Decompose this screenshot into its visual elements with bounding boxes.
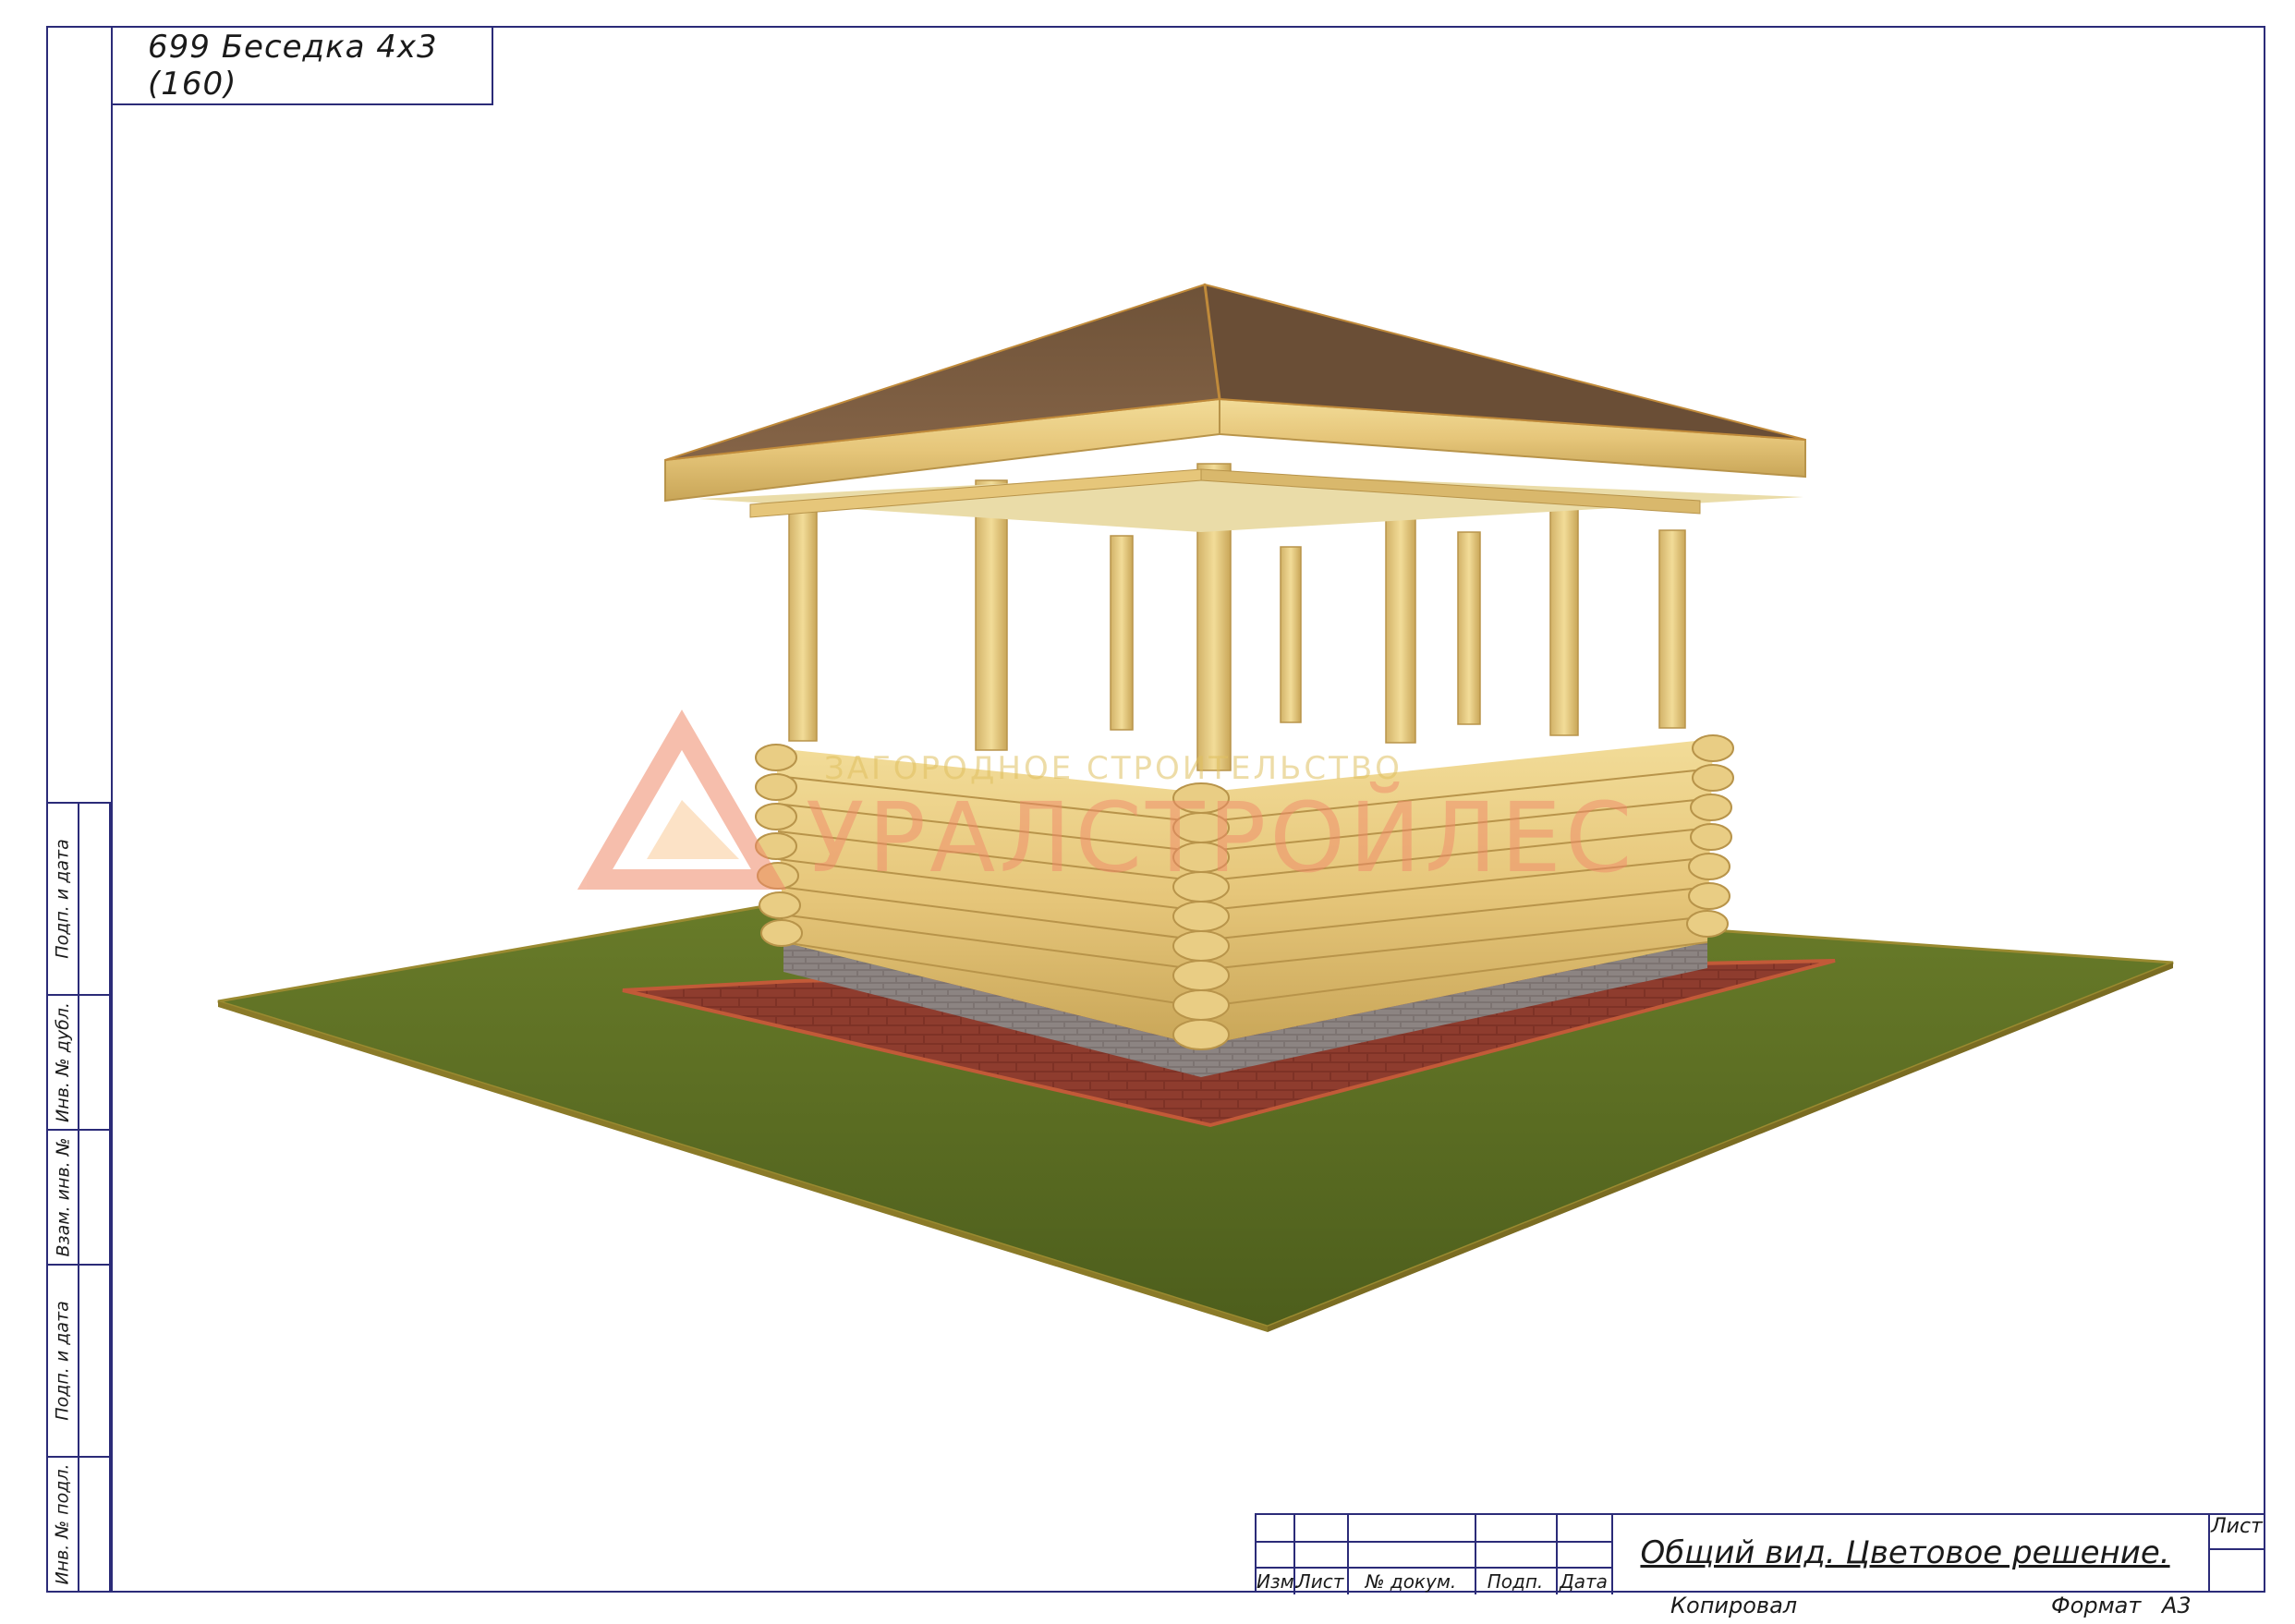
- sheet-title: 699 Беседка 4х3 (160): [111, 26, 493, 105]
- revision-table: Изм. Лист № докум. Подп. Дата: [1255, 1513, 1613, 1594]
- side-stamp-strip: Подп. и дата Инв. № дубл. Взам. инв. № П…: [46, 802, 111, 1593]
- drawing-title: Общий вид. Цветовое решение.: [1640, 1534, 2170, 1571]
- copied-by-label: Копировал: [1670, 1593, 1798, 1618]
- side-cell-2: Инв. № дубл.: [46, 994, 111, 1131]
- side-cell-1: Подп. и дата: [46, 802, 111, 996]
- side-cell-5: Инв. № подл.: [46, 1456, 111, 1593]
- side-label-orig-inv: Инв. № подл.: [53, 1463, 73, 1585]
- side-label-sign-date: Подп. и дата: [53, 839, 73, 959]
- title-block: Изм. Лист № докум. Подп. Дата Общий вид.…: [1255, 1513, 2265, 1594]
- sheet-number-label: Лист: [2211, 1515, 2263, 1538]
- watermark-brand: УРАЛСТРОЙЛЕС: [806, 782, 1636, 894]
- side-cell-4: Подп. и дата: [46, 1264, 111, 1458]
- stamp-header-date: Дата: [1560, 1570, 1608, 1593]
- side-label-replace-inv: Взам. инв. №: [53, 1137, 74, 1257]
- stamp-header-doc-no: № докум.: [1365, 1570, 1457, 1593]
- side-label-dup-inv: Инв. № дубл.: [53, 1002, 73, 1122]
- format-value: А3: [2162, 1593, 2192, 1618]
- stamp-header-change: Изм.: [1257, 1570, 1301, 1593]
- side-cell-3: Взам. инв. №: [46, 1129, 111, 1266]
- watermark-tagline: ЗАГОРОДНОЕ СТРОИТЕЛЬСТВО: [824, 750, 1402, 787]
- stamp-header-sign: Подп.: [1487, 1570, 1544, 1593]
- format-label: Формат: [2051, 1593, 2142, 1618]
- watermark-logo: [577, 709, 787, 890]
- side-label-sign-date-2: Подп. и дата: [53, 1301, 73, 1421]
- stamp-header-sheet: Лист: [1296, 1570, 1344, 1593]
